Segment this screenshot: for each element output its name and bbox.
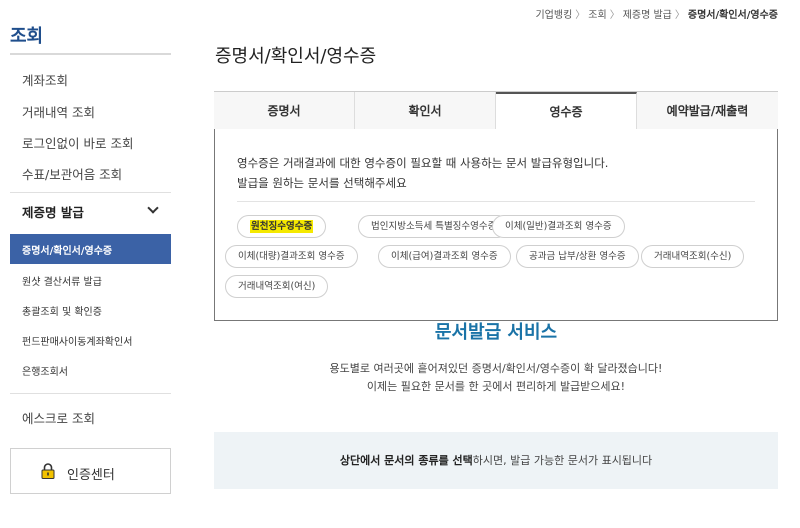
sidebar-subitem-label: 총괄조회 및 확인증 xyxy=(22,307,102,318)
sidebar-item-quick-inquiry[interactable]: 로그인없이 바로 조회 xyxy=(22,133,133,152)
lock-icon xyxy=(41,463,55,479)
tab-certificate[interactable]: 증명서 xyxy=(214,92,355,131)
panel-divider xyxy=(237,201,755,202)
chip-label: 거래내역조회(여신) xyxy=(238,281,316,292)
tab-confirmation[interactable]: 확인서 xyxy=(355,92,496,131)
sidebar-item-account[interactable]: 계좌조회 xyxy=(22,70,68,89)
sidebar-subitem-label: 펀드판매사이동계좌확인서 xyxy=(22,337,133,348)
breadcrumb-separator: 〉 xyxy=(575,10,586,21)
panel-description: 영수증은 거래결과에 대한 영수증이 필요할 때 사용하는 문서 발급유형입니다… xyxy=(237,153,608,193)
sidebar-divider xyxy=(10,53,171,55)
info-bold: 상단에서 문서의 종류를 선택 xyxy=(339,454,473,467)
breadcrumb-item[interactable]: 조회 xyxy=(588,10,606,21)
breadcrumb-item[interactable]: 제증명 발급 xyxy=(623,10,672,21)
chevron-down-icon xyxy=(147,202,159,214)
chip-label: 법인지방소득세 특별징수영수증 xyxy=(371,221,497,232)
chip-label: 원천징수영수증 xyxy=(250,220,314,233)
sidebar-submenu: 증명서/확인서/영수증 원샷 결산서류 발급 총괄조회 및 확인증 펀드판매사이… xyxy=(10,234,171,384)
sidebar-divider xyxy=(10,393,171,394)
tab-receipt[interactable]: 영수증 xyxy=(496,92,637,131)
service-line2: 이제는 필요한 문서를 한 곳에서 편리하게 발급받으세요! xyxy=(366,380,626,393)
sidebar-subitem-fund-transfer[interactable]: 펀드판매사이동계좌확인서 xyxy=(10,325,171,355)
breadcrumb-current: 증명서/확인서/영수증 xyxy=(687,10,778,21)
chip-label: 공과금 납부/상환 영수증 xyxy=(529,251,626,262)
chip-label: 거래내역조회(수신) xyxy=(654,251,732,262)
chip-label: 이체(급여)결과조회 영수증 xyxy=(391,251,498,262)
page-title: 증명서/확인서/영수증 xyxy=(215,46,377,67)
sidebar-item-escrow[interactable]: 에스크로 조회 xyxy=(22,408,95,427)
sidebar-subitem-bank-inquiry[interactable]: 은행조회서 xyxy=(10,355,171,385)
panel-desc-line2: 발급을 원하는 문서를 선택해주세요 xyxy=(237,176,407,190)
sidebar-subitem-label: 증명서/확인서/영수증 xyxy=(22,246,113,257)
cert-center-label: 인증센터 xyxy=(67,468,115,483)
chip-withholding-receipt[interactable]: 원천징수영수증 xyxy=(237,215,327,238)
chip-history-loan[interactable]: 거래내역조회(여신) xyxy=(225,275,329,298)
chip-label: 이체(대량)결과조회 영수증 xyxy=(238,251,345,262)
chip-local-tax-receipt[interactable]: 법인지방소득세 특별징수영수증 xyxy=(358,215,510,238)
chip-transfer-general-receipt[interactable]: 이체(일반)결과조회 영수증 xyxy=(492,215,625,238)
info-text: 하시면, 발급 가능한 문서가 표시됩니다 xyxy=(472,454,653,467)
service-title: 문서발급 서비스 xyxy=(434,322,558,343)
tab-bar: 증명서 확인서 영수증 예약발급/재출력 xyxy=(214,91,778,131)
sidebar-group-label: 제증명 발급 xyxy=(22,205,84,220)
chip-history-deposit[interactable]: 거래내역조회(수신) xyxy=(641,245,745,268)
breadcrumb: 기업뱅킹 〉 조회 〉 제증명 발급 〉 증명서/확인서/영수증 xyxy=(535,6,778,21)
service-description: 용도별로 여러곳에 흩어져있던 증명서/확인서/영수증이 확 달라졌습니다! 이… xyxy=(214,360,778,396)
panel-desc-line1: 영수증은 거래결과에 대한 영수증이 필요할 때 사용하는 문서 발급유형입니다… xyxy=(237,156,609,170)
service-line1: 용도별로 여러곳에 흩어져있던 증명서/확인서/영수증이 확 달라졌습니다! xyxy=(329,362,663,375)
breadcrumb-separator: 〉 xyxy=(674,10,685,21)
sidebar-subitem-label: 은행조회서 xyxy=(22,367,68,378)
sidebar-item-check-inquiry[interactable]: 수표/보관어음 조회 xyxy=(22,164,122,183)
info-box: 상단에서 문서의 종류를 선택하시면, 발급 가능한 문서가 표시됩니다 xyxy=(214,432,778,489)
sidebar-item-transactions[interactable]: 거래내역 조회 xyxy=(22,102,95,121)
sidebar-subitem-oneshot[interactable]: 원샷 결산서류 발급 xyxy=(10,265,171,295)
sidebar-title: 조회 xyxy=(10,26,44,47)
chip-transfer-salary-receipt[interactable]: 이체(급여)결과조회 영수증 xyxy=(378,245,511,268)
breadcrumb-separator: 〉 xyxy=(609,10,620,21)
breadcrumb-item[interactable]: 기업뱅킹 xyxy=(535,10,572,21)
tab-reserve-reprint[interactable]: 예약발급/재출력 xyxy=(637,92,778,131)
chip-transfer-bulk-receipt[interactable]: 이체(대량)결과조회 영수증 xyxy=(225,245,358,268)
sidebar-subitem-label: 원샷 결산서류 발급 xyxy=(22,277,102,288)
sidebar-subitem-certificates[interactable]: 증명서/확인서/영수증 xyxy=(10,234,171,264)
sidebar-subitem-summary[interactable]: 총괄조회 및 확인증 xyxy=(10,295,171,325)
chip-label: 이체(일반)결과조회 영수증 xyxy=(505,221,612,232)
receipt-panel: 영수증은 거래결과에 대한 영수증이 필요할 때 사용하는 문서 발급유형입니다… xyxy=(214,129,778,321)
sidebar-group-certificates[interactable]: 제증명 발급 xyxy=(10,192,171,226)
cert-center-button[interactable]: 인증센터 xyxy=(10,448,171,494)
chip-utility-payment-receipt[interactable]: 공과금 납부/상환 영수증 xyxy=(516,245,639,268)
